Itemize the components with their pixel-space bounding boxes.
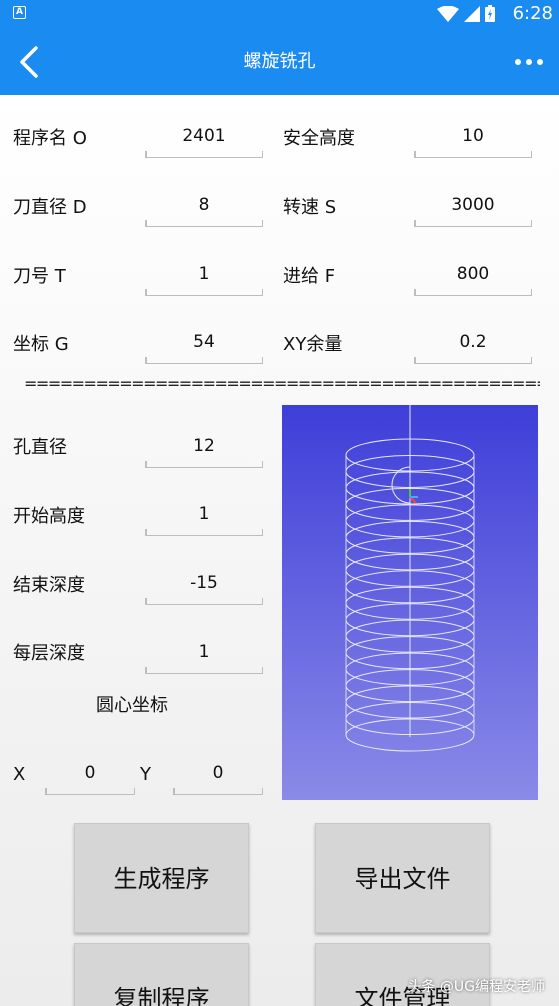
status-bar: A 6:28	[0, 0, 559, 28]
section-divider: ========================================…	[24, 375, 540, 393]
coordinate-field	[145, 328, 263, 364]
step-depth-label: 每层深度	[13, 643, 85, 664]
more-dot-icon	[537, 59, 543, 65]
main-content: 程序名 O 安全高度 刀直径 D 转速 S 刀号 T 进给 F 坐标 G XY余…	[0, 95, 559, 1006]
center-x-input[interactable]	[45, 759, 135, 787]
safe-height-field	[414, 122, 532, 158]
tool-number-label: 刀号 T	[13, 266, 66, 287]
end-depth-field	[145, 569, 263, 605]
step-depth-field	[145, 638, 263, 674]
start-height-label: 开始高度	[13, 506, 85, 527]
center-x-label: X	[13, 764, 26, 785]
app-notification-icon: A	[13, 6, 26, 19]
tool-number-input[interactable]	[145, 260, 263, 288]
program-name-label: 程序名 O	[13, 128, 87, 149]
spindle-speed-input[interactable]	[414, 191, 532, 219]
helix-preview[interactable]	[282, 405, 538, 800]
tool-diameter-label: 刀直径 D	[13, 197, 87, 218]
safe-height-label: 安全高度	[283, 128, 355, 149]
battery-icon	[485, 5, 495, 22]
helix-toolpath-graphic	[345, 405, 475, 752]
signal-icon	[464, 5, 480, 22]
start-height-field	[145, 500, 263, 536]
more-dot-icon	[515, 59, 521, 65]
center-y-label: Y	[140, 764, 151, 785]
spindle-speed-field	[414, 191, 532, 227]
coordinate-label: 坐标 G	[13, 334, 69, 355]
hole-diameter-label: 孔直径	[13, 437, 67, 458]
more-options-button[interactable]	[509, 48, 549, 76]
generate-program-button[interactable]: 生成程序	[74, 823, 249, 933]
file-manager-button[interactable]: 文件管理	[315, 943, 490, 1006]
end-depth-input[interactable]	[145, 569, 263, 597]
wifi-icon	[437, 5, 459, 22]
more-dot-icon	[526, 59, 532, 65]
export-file-button[interactable]: 导出文件	[315, 823, 490, 933]
tool-diameter-input[interactable]	[145, 191, 263, 219]
feed-field	[414, 260, 532, 296]
safe-height-input[interactable]	[414, 122, 532, 150]
status-time: 6:28	[512, 3, 553, 24]
xy-allowance-label: XY余量	[283, 334, 343, 355]
hole-diameter-field	[145, 432, 263, 468]
center-y-input[interactable]	[173, 759, 263, 787]
end-depth-label: 结束深度	[13, 575, 85, 596]
app-bar: 螺旋铣孔	[0, 28, 559, 95]
feed-input[interactable]	[414, 260, 532, 288]
xy-allowance-field	[414, 328, 532, 364]
step-depth-input[interactable]	[145, 638, 263, 666]
page-title: 螺旋铣孔	[243, 51, 316, 72]
copy-program-button[interactable]: 复制程序	[74, 943, 249, 1006]
center-x-field	[45, 759, 135, 795]
center-coordinate-title: 圆心坐标	[96, 695, 168, 716]
feed-label: 进给 F	[283, 266, 336, 287]
center-y-field	[173, 759, 263, 795]
tool-number-field	[145, 260, 263, 296]
coordinate-input[interactable]	[145, 328, 263, 356]
hole-diameter-input[interactable]	[145, 432, 263, 460]
program-name-field	[145, 122, 263, 158]
start-height-input[interactable]	[145, 500, 263, 528]
program-name-input[interactable]	[145, 122, 263, 150]
xy-allowance-input[interactable]	[414, 328, 532, 356]
watermark: 头条 @UG编程安老师	[407, 979, 545, 995]
tool-diameter-field	[145, 191, 263, 227]
spindle-speed-label: 转速 S	[283, 197, 337, 218]
